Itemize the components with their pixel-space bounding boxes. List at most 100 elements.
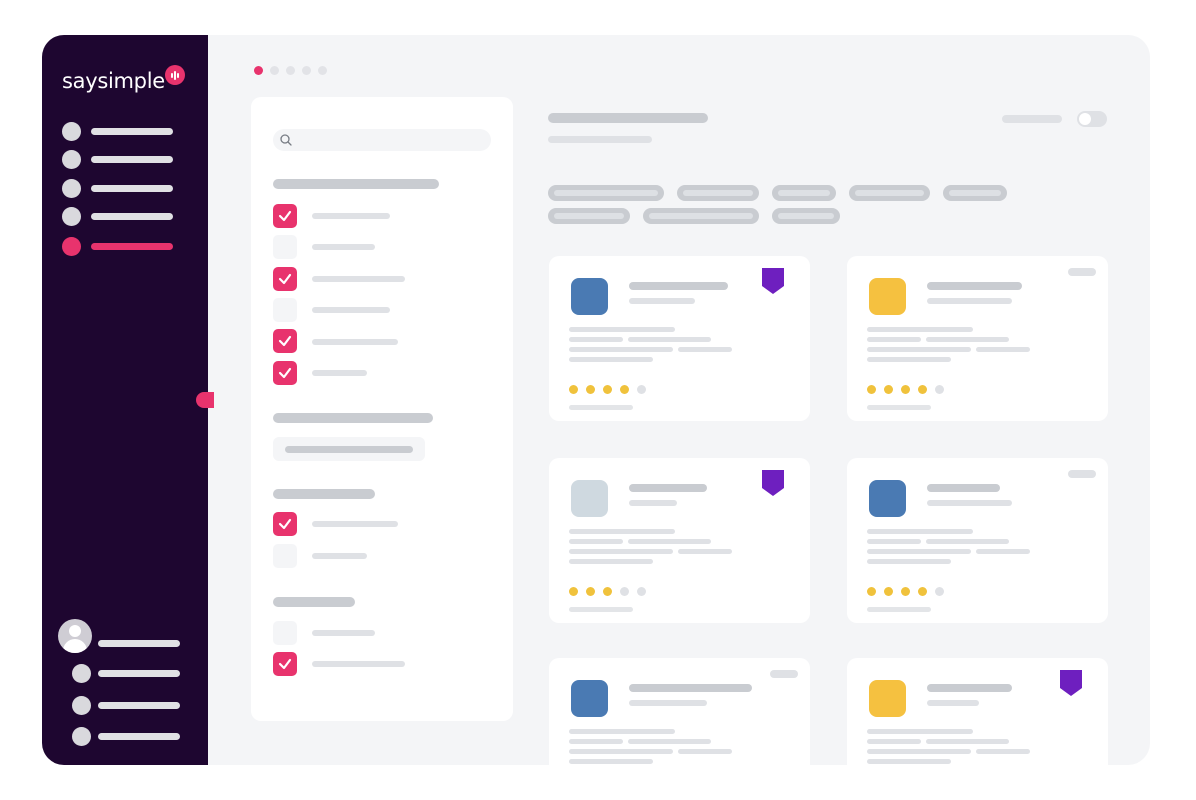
sidebar-item-label: [98, 702, 180, 709]
filter-section-title: [273, 413, 433, 423]
sidebar-item-2[interactable]: [62, 150, 182, 170]
sidebar-item-label: [91, 156, 173, 163]
company-logo: [869, 278, 906, 315]
circle-icon: [72, 664, 91, 683]
filter-chip[interactable]: [772, 208, 840, 224]
sidebar-item-label: [91, 213, 173, 220]
filter-checkbox[interactable]: [273, 267, 297, 291]
filter-section-title: [273, 179, 439, 189]
sidebar-item-label: [98, 733, 180, 740]
circle-icon: [72, 727, 91, 746]
filter-checkbox[interactable]: [273, 361, 297, 385]
sidebar-collapse-handle[interactable]: [196, 392, 214, 408]
app-window: saysimple: [42, 35, 1150, 765]
star-icon: [620, 587, 629, 596]
filter-checkbox[interactable]: [273, 204, 297, 228]
search-icon: [280, 134, 292, 146]
filter-option-label: [312, 370, 367, 376]
bookmark-icon[interactable]: [762, 268, 784, 294]
sidebar-item-label: [91, 128, 173, 135]
page-title: [548, 113, 708, 123]
company-logo: [571, 680, 608, 717]
star-icon: [637, 587, 646, 596]
filter-chip[interactable]: [772, 185, 836, 201]
brand-logo: saysimple: [62, 69, 165, 93]
filter-section-title: [273, 597, 355, 607]
user-avatar[interactable]: [58, 619, 92, 653]
star-icon: [884, 587, 893, 596]
page-dot[interactable]: [302, 66, 311, 75]
page-dot[interactable]: [270, 66, 279, 75]
sidebar-item-1[interactable]: [62, 122, 182, 142]
list-item-card[interactable]: [549, 658, 810, 765]
filter-checkbox[interactable]: [273, 235, 297, 259]
star-icon: [867, 587, 876, 596]
list-item-card[interactable]: [847, 658, 1108, 765]
page-dot[interactable]: [254, 66, 263, 75]
list-item-card[interactable]: [847, 256, 1108, 421]
bookmark-icon[interactable]: [1060, 670, 1082, 696]
filter-section-title: [273, 489, 375, 499]
filter-option-label: [312, 661, 405, 667]
filter-checkbox[interactable]: [273, 621, 297, 645]
company-logo: [869, 680, 906, 717]
filter-chip[interactable]: [643, 208, 759, 224]
filter-option-label: [312, 307, 390, 313]
card-subtitle: [927, 500, 1012, 506]
sidebar-item-active[interactable]: [62, 237, 182, 257]
user-icon: [69, 625, 81, 637]
sidebar-bottom-item-3[interactable]: [72, 727, 182, 747]
star-icon: [901, 587, 910, 596]
bookmark-icon[interactable]: [762, 470, 784, 496]
card-title: [927, 484, 1000, 492]
sidebar-item-label: [98, 670, 180, 677]
circle-icon: [62, 207, 81, 226]
filter-chip[interactable]: [849, 185, 930, 201]
filter-checkbox[interactable]: [273, 652, 297, 676]
filter-option-label: [312, 244, 375, 250]
star-icon: [935, 587, 944, 596]
list-item-card[interactable]: [549, 458, 810, 623]
list-item-card[interactable]: [549, 256, 810, 421]
user-name: [98, 640, 180, 647]
sidebar-item-4[interactable]: [62, 207, 182, 227]
toggle-label: [1002, 115, 1062, 123]
card-title: [629, 282, 728, 290]
filter-chip[interactable]: [943, 185, 1007, 201]
filter-checkbox[interactable]: [273, 298, 297, 322]
chat-bubble-icon: [165, 65, 185, 85]
circle-icon: [62, 150, 81, 169]
sidebar-item-label: [91, 185, 173, 192]
company-logo: [869, 480, 906, 517]
star-icon: [901, 385, 910, 394]
star-icon: [918, 385, 927, 394]
card-title: [629, 684, 752, 692]
view-toggle[interactable]: [1077, 111, 1107, 127]
card-subtitle: [629, 500, 677, 506]
page-dot[interactable]: [286, 66, 295, 75]
status-pill: [1068, 268, 1096, 276]
filter-checkbox[interactable]: [273, 329, 297, 353]
filter-checkbox[interactable]: [273, 512, 297, 536]
filter-checkbox[interactable]: [273, 544, 297, 568]
sidebar-bottom-item-1[interactable]: [72, 664, 182, 684]
star-icon: [620, 385, 629, 394]
filter-panel: [251, 97, 513, 721]
filter-option-label: [312, 630, 375, 636]
search-input[interactable]: [273, 129, 491, 151]
card-subtitle: [629, 298, 695, 304]
filter-option-label: [312, 553, 367, 559]
list-item-card[interactable]: [847, 458, 1108, 623]
filter-chip[interactable]: [677, 185, 759, 201]
sidebar-item-3[interactable]: [62, 179, 182, 199]
page-subtitle: [548, 136, 652, 143]
filter-select[interactable]: [273, 437, 425, 461]
filter-chip[interactable]: [548, 208, 630, 224]
star-icon: [603, 587, 612, 596]
filter-chip[interactable]: [548, 185, 664, 201]
page-dot[interactable]: [318, 66, 327, 75]
sidebar-bottom-item-2[interactable]: [72, 696, 182, 716]
status-pill: [770, 670, 798, 678]
star-icon: [586, 587, 595, 596]
status-pill: [1068, 470, 1096, 478]
